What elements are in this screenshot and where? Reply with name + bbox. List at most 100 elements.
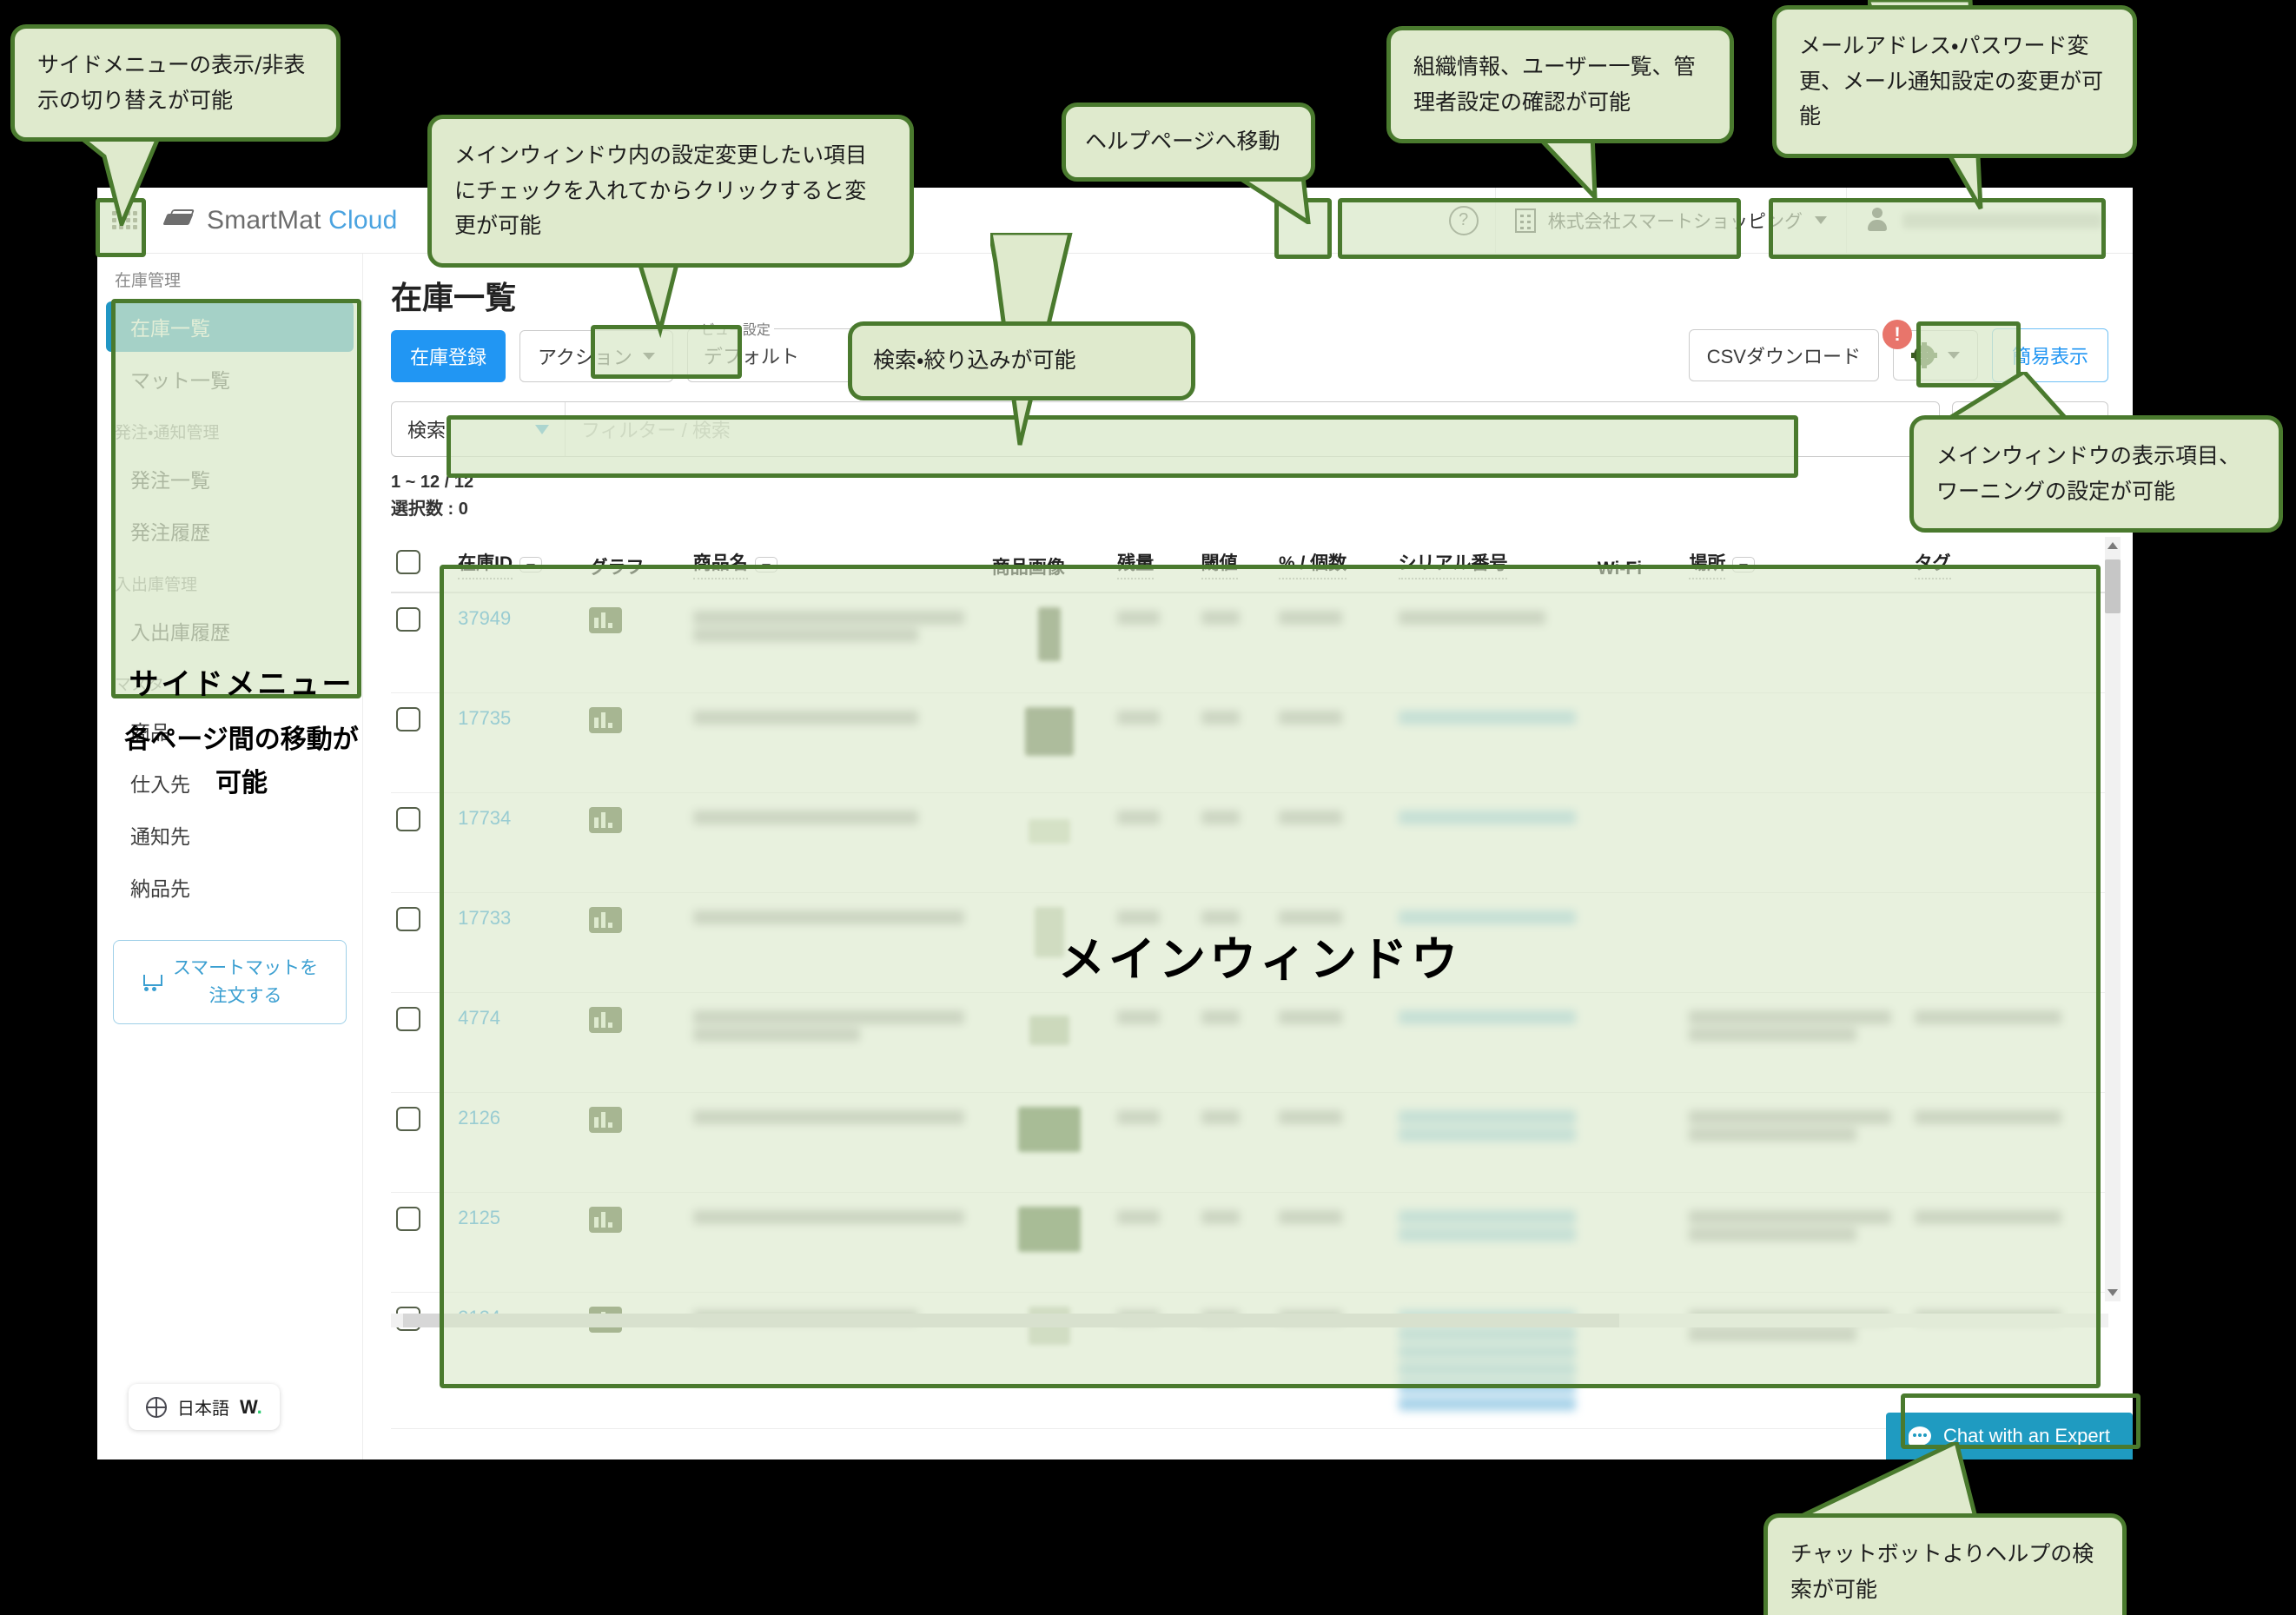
row-checkbox-cell[interactable]	[391, 692, 453, 793]
user-name-masked	[1902, 212, 2102, 228]
scroll-down-arrow-icon[interactable]	[2107, 1289, 2118, 1296]
bar-chart-icon[interactable]	[589, 1106, 623, 1133]
row-checkbox-cell[interactable]	[391, 892, 453, 993]
select-all-checkbox[interactable]	[396, 550, 420, 574]
inventory-id-link[interactable]: 17733	[458, 907, 511, 929]
bar-chart-icon[interactable]	[589, 1006, 623, 1033]
toolbar-right-group: CSVダウンロード ! 簡易表示	[1688, 320, 2108, 382]
sidebar-item-order-history[interactable]: 発注履歴	[106, 506, 354, 556]
register-inventory-button[interactable]: 在庫登録	[391, 330, 506, 382]
row-id-cell[interactable]: 2124	[453, 1292, 585, 1429]
th-select-all	[391, 537, 453, 593]
row-checkbox[interactable]	[396, 1106, 420, 1131]
table-row[interactable]: 2125	[391, 1192, 2108, 1293]
user-menu-button[interactable]	[1846, 188, 2133, 254]
row-place-cell	[1684, 592, 1909, 693]
row-checkbox[interactable]	[396, 1006, 420, 1031]
row-wifi-cell	[1591, 1292, 1684, 1429]
sidebar-item-notify-target[interactable]: 通知先	[106, 810, 354, 860]
scroll-up-arrow-icon[interactable]	[2107, 542, 2118, 549]
row-checkbox-cell[interactable]	[391, 792, 453, 893]
inventory-id-link[interactable]: 4774	[458, 1007, 500, 1029]
sidebar-item-order-list[interactable]: 発注一覧	[106, 453, 354, 504]
sidebar-item-delivery-target[interactable]: 納品先	[106, 862, 354, 912]
help-button[interactable]: ?	[1433, 188, 1495, 254]
row-graph-cell[interactable]	[584, 1292, 688, 1429]
inventory-id-link[interactable]: 37949	[458, 607, 511, 629]
row-id-cell[interactable]: 2126	[453, 1092, 585, 1193]
bar-chart-icon[interactable]	[589, 906, 623, 933]
column-menu-icon[interactable]	[1732, 556, 1756, 573]
row-graph-cell[interactable]	[584, 592, 688, 693]
column-menu-icon[interactable]	[754, 556, 777, 573]
row-id-cell[interactable]: 17733	[453, 892, 585, 993]
scroll-thumb-vertical[interactable]	[2105, 559, 2121, 613]
vertical-scrollbar[interactable]	[2105, 537, 2121, 1301]
row-percent-cell	[1273, 1092, 1393, 1193]
sidebar-item-mat-list[interactable]: マット一覧	[106, 354, 354, 404]
th-inventory-id[interactable]: 在庫ID	[453, 537, 585, 593]
row-checkbox-cell[interactable]	[391, 592, 453, 693]
search-type-select[interactable]: 検索	[392, 402, 566, 456]
row-threshold-cell	[1195, 992, 1274, 1093]
simple-view-button[interactable]: 簡易表示	[1991, 328, 2108, 382]
horizontal-scrollbar[interactable]	[391, 1314, 2108, 1327]
csv-download-button[interactable]: CSVダウンロード	[1688, 329, 1879, 381]
scroll-thumb-horizontal[interactable]	[403, 1314, 1619, 1327]
order-smartmat-button[interactable]: スマートマットを 注文する	[113, 940, 347, 1024]
inventory-id-link[interactable]: 2125	[458, 1207, 500, 1228]
row-id-cell[interactable]: 17734	[453, 792, 585, 893]
table-row[interactable]: 37949	[391, 592, 2108, 693]
view-setting-field[interactable]: ビュー設定 デフォルト	[686, 318, 870, 382]
table-row[interactable]: 17735	[391, 692, 2108, 793]
search-input[interactable]: フィルター / 検索	[566, 402, 1939, 456]
row-graph-cell[interactable]	[584, 692, 688, 793]
row-checkbox-cell[interactable]	[391, 1092, 453, 1193]
row-checkbox[interactable]	[396, 906, 420, 931]
row-percent-cell	[1273, 992, 1393, 1093]
inventory-id-link[interactable]: 17734	[458, 807, 511, 829]
row-graph-cell[interactable]	[584, 992, 688, 1093]
row-checkbox-cell[interactable]	[391, 1292, 453, 1429]
warning-badge: !	[1882, 320, 1912, 349]
row-id-cell[interactable]: 4774	[453, 992, 585, 1093]
row-graph-cell[interactable]	[584, 892, 688, 993]
row-checkbox-cell[interactable]	[391, 1192, 453, 1293]
chat-with-expert-button[interactable]: Chat with an Expert	[1886, 1413, 2133, 1459]
inventory-id-link[interactable]: 2126	[458, 1107, 500, 1129]
th-product-name[interactable]: 商品名	[687, 537, 987, 593]
brand-logo[interactable]: SmartMat Cloud	[163, 206, 398, 235]
organization-menu-button[interactable]: 株式会社スマートショッピング	[1494, 188, 1846, 254]
action-button[interactable]: アクション	[519, 330, 673, 382]
bar-chart-icon[interactable]	[589, 1206, 623, 1233]
inventory-id-link[interactable]: 17735	[458, 707, 511, 729]
row-checkbox[interactable]	[396, 1206, 420, 1231]
row-id-cell[interactable]: 37949	[453, 592, 585, 693]
row-id-cell[interactable]: 2125	[453, 1192, 585, 1293]
row-graph-cell[interactable]	[584, 1192, 688, 1293]
row-graph-cell[interactable]	[584, 792, 688, 893]
sidebar-toggle-button[interactable]	[97, 188, 151, 254]
column-menu-icon[interactable]	[519, 556, 543, 573]
bar-chart-icon[interactable]	[589, 806, 623, 833]
row-checkbox[interactable]	[396, 806, 420, 831]
language-selector[interactable]: 日本語 W.	[129, 1384, 280, 1430]
row-checkbox[interactable]	[396, 607, 420, 632]
bar-chart-icon[interactable]	[589, 607, 623, 633]
row-checkbox[interactable]	[396, 706, 420, 731]
sidebar-item-warehouse-history[interactable]: 入出庫履歴	[106, 606, 354, 656]
table-row[interactable]: 4774	[391, 992, 2108, 1093]
row-id-cell[interactable]: 17735	[453, 692, 585, 793]
main-window: 在庫一覧 在庫登録 アクション ビュー設定 デフォルト CSVダウンロード !	[363, 254, 2133, 1459]
sidebar-item-inventory-list[interactable]: 在庫一覧	[106, 301, 354, 352]
sidebar-group-title-warehouse: 入出庫管理	[115, 576, 198, 594]
settings-menu-wrapper[interactable]: !	[1882, 320, 1978, 381]
table-row[interactable]: 17734	[391, 792, 2108, 893]
th-place[interactable]: 場所	[1684, 537, 1909, 593]
table-row[interactable]: 2124	[391, 1292, 2108, 1429]
table-row[interactable]: 2126	[391, 1092, 2108, 1193]
row-graph-cell[interactable]	[584, 1092, 688, 1193]
row-name-cell	[687, 592, 987, 693]
bar-chart-icon[interactable]	[589, 706, 623, 733]
row-checkbox-cell[interactable]	[391, 992, 453, 1093]
